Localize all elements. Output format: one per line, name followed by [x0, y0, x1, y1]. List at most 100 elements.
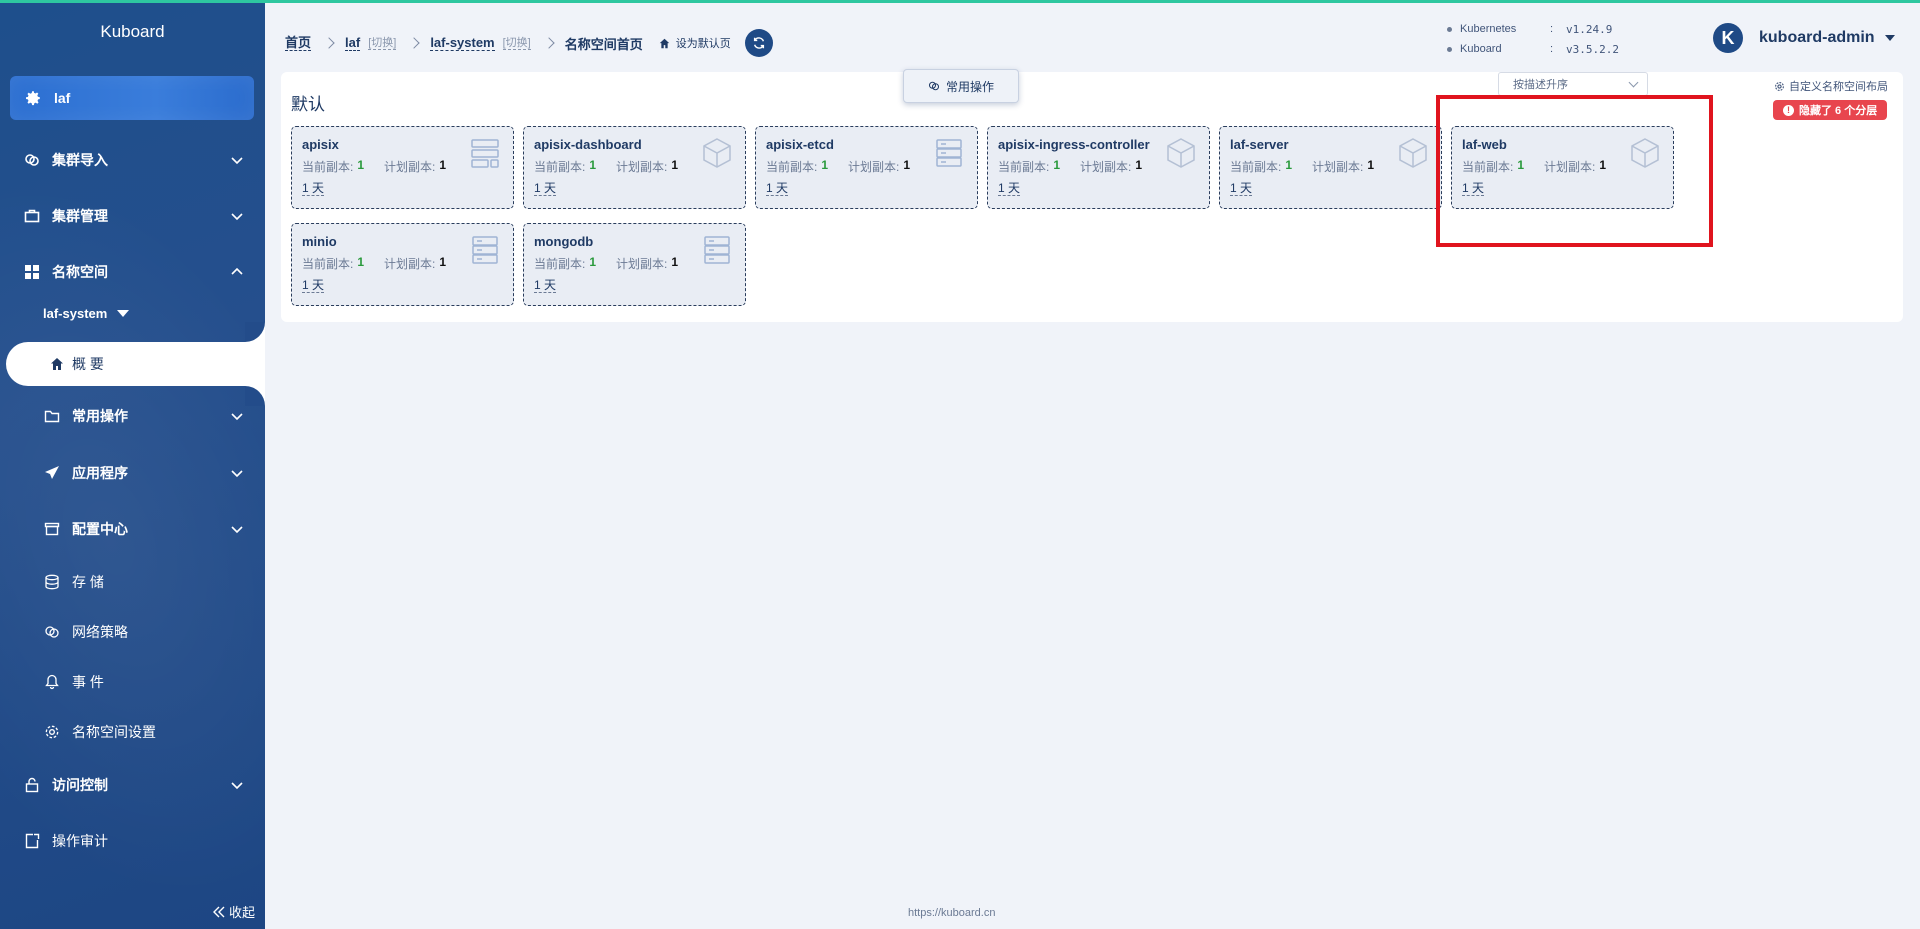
version-name: Kubernetes	[1460, 23, 1517, 35]
database-icon	[44, 574, 60, 590]
cluster-name: laf	[54, 90, 71, 106]
database-icon	[704, 236, 730, 264]
common-ops-button[interactable]: 常用操作	[903, 69, 1019, 103]
footer-url[interactable]: https://kuboard.cn	[908, 907, 995, 919]
brand-title: Kuboard	[100, 22, 165, 41]
workload-card[interactable]: apisix 当前副本: 1 计划副本: 1 1 天	[291, 126, 514, 209]
workload-card[interactable]: apisix-dashboard 当前副本: 1 计划副本: 1 1 天	[523, 126, 746, 209]
sidebar-item-network-policy[interactable]: 网络策略	[0, 612, 265, 652]
workload-age: 1 天	[302, 181, 325, 196]
network-icon	[44, 624, 60, 640]
chevron-down-icon	[231, 526, 243, 534]
current-replicas: 1	[1285, 158, 1293, 172]
sidebar-item-label: 配置中心	[72, 521, 128, 537]
sidebar-item-applications[interactable]: 应用程序	[0, 453, 265, 493]
version-name: Kuboard	[1460, 43, 1502, 55]
sidebar-item-common-ops[interactable]: 常用操作	[0, 396, 265, 436]
sidebar-item-label: 名称空间设置	[72, 724, 156, 740]
workload-card[interactable]: minio 当前副本: 1 计划副本: 1 1 天	[291, 223, 514, 306]
chevron-down-icon	[231, 782, 243, 790]
sidebar-item-label: 常用操作	[72, 408, 128, 424]
sidebar-item-cluster-import[interactable]: 集群导入	[0, 140, 265, 180]
planned-replicas: 1	[671, 255, 679, 269]
planned-label: 计划副本:	[384, 160, 436, 174]
settings-icon	[44, 724, 60, 740]
planned-label: 计划副本:	[616, 257, 668, 271]
sidebar-item-config-center[interactable]: 配置中心	[0, 509, 265, 549]
hidden-layers-badge[interactable]: ! 隐藏了 6 个分层	[1773, 100, 1888, 120]
chevron-down-icon	[231, 157, 243, 165]
breadcrumb-home[interactable]: 首页	[285, 35, 312, 51]
custom-layout-link[interactable]: 自定义名称空间布局	[1774, 78, 1888, 94]
planned-replicas: 1	[439, 158, 447, 172]
hidden-layers-label: 隐藏了 6 个分层	[1799, 105, 1878, 117]
sidebar-item-cluster-manage[interactable]: 集群管理	[0, 196, 265, 236]
sidebar-item-storage[interactable]: 存 储	[0, 562, 265, 602]
set-default-label: 设为默认页	[675, 38, 731, 50]
workload-age: 1 天	[766, 181, 789, 196]
workload-age: 1 天	[302, 278, 325, 293]
workload-card[interactable]: laf-server 当前副本: 1 计划副本: 1 1 天	[1219, 126, 1442, 209]
cube-icon	[703, 138, 731, 168]
planned-label: 计划副本:	[1080, 160, 1132, 174]
briefcase-icon	[24, 208, 40, 224]
sidebar-item-access-control[interactable]: 访问控制	[0, 765, 265, 805]
current-label: 当前副本:	[1230, 160, 1282, 174]
chevron-down-icon	[231, 413, 243, 421]
workload-card[interactable]: mongodb 当前副本: 1 计划副本: 1 1 天	[523, 223, 746, 306]
sidebar-item-namespace[interactable]: 名称空间	[0, 252, 265, 292]
gear-icon	[26, 91, 40, 106]
sidebar-item-audit[interactable]: 操作审计	[0, 821, 265, 861]
cube-icon	[1399, 138, 1427, 168]
cluster-switch-link[interactable]: [切换]	[368, 37, 397, 50]
ops-icon	[928, 81, 940, 91]
user-menu[interactable]: K kuboard-admin	[1713, 23, 1895, 53]
sidebar-item-label: 网络策略	[72, 624, 128, 640]
version-colon: :	[1550, 43, 1554, 55]
username: kuboard-admin	[1759, 29, 1875, 46]
common-ops-label: 常用操作	[945, 79, 994, 94]
custom-layout-label: 自定义名称空间布局	[1789, 81, 1888, 93]
home-icon	[51, 358, 63, 370]
sidebar-item-label: 概 要	[72, 356, 104, 372]
refresh-button[interactable]	[744, 29, 773, 57]
version-value: v1.24.9	[1566, 22, 1613, 36]
active-corner-top	[245, 322, 265, 342]
workload-age: 1 天	[534, 278, 557, 293]
sidebar-item-label: 操作审计	[52, 833, 108, 849]
planned-label: 计划副本:	[848, 160, 900, 174]
current-replicas: 1	[589, 158, 597, 172]
namespace-switch-link[interactable]: [切换]	[502, 37, 531, 50]
sidebar-item-label: 应用程序	[72, 465, 128, 481]
import-icon	[24, 152, 40, 168]
namespace-select[interactable]: laf-system	[43, 306, 130, 321]
sidebar-item-overview[interactable]: 概 要	[6, 342, 265, 386]
chevron-down-icon	[231, 213, 243, 221]
sidebar-item-label: 集群导入	[52, 152, 108, 168]
breadcrumb-namespace[interactable]: laf-system	[430, 35, 495, 51]
planned-replicas: 1	[903, 158, 911, 172]
workload-card[interactable]: apisix-ingress-controller 当前副本: 1 计划副本: 1 1…	[987, 126, 1210, 209]
version-value: v3.5.2.2	[1566, 42, 1619, 56]
exclamation-icon: !	[1783, 104, 1794, 116]
sidebar-item-events[interactable]: 事 件	[0, 662, 265, 702]
sidebar-item-namespace-settings[interactable]: 名称空间设置	[0, 712, 265, 752]
collapse-sidebar-button[interactable]: 收起	[212, 902, 255, 921]
set-default-page-button[interactable]: 设为默认页	[659, 35, 731, 51]
archive-icon	[44, 521, 60, 537]
sort-select[interactable]: 按描述升序	[1498, 72, 1648, 96]
cluster-selector[interactable]: laf	[10, 76, 254, 120]
caret-down-icon	[1884, 35, 1895, 41]
top-accent-bar	[0, 0, 1920, 3]
chevron-right-icon	[408, 37, 420, 49]
sidebar-item-label: 事 件	[72, 674, 104, 690]
current-replicas: 1	[357, 255, 365, 269]
workload-card[interactable]: apisix-etcd 当前副本: 1 计划副本: 1 1 天	[755, 126, 978, 209]
sidebar-item-label: 访问控制	[52, 777, 108, 793]
highlight-box	[1436, 95, 1713, 247]
chevron-up-icon	[231, 267, 243, 275]
planned-replicas: 1	[439, 255, 447, 269]
breadcrumb-cluster[interactable]: laf	[345, 35, 361, 51]
sidebar-item-label: 集群管理	[52, 208, 108, 224]
double-chevron-left-icon	[212, 906, 225, 917]
